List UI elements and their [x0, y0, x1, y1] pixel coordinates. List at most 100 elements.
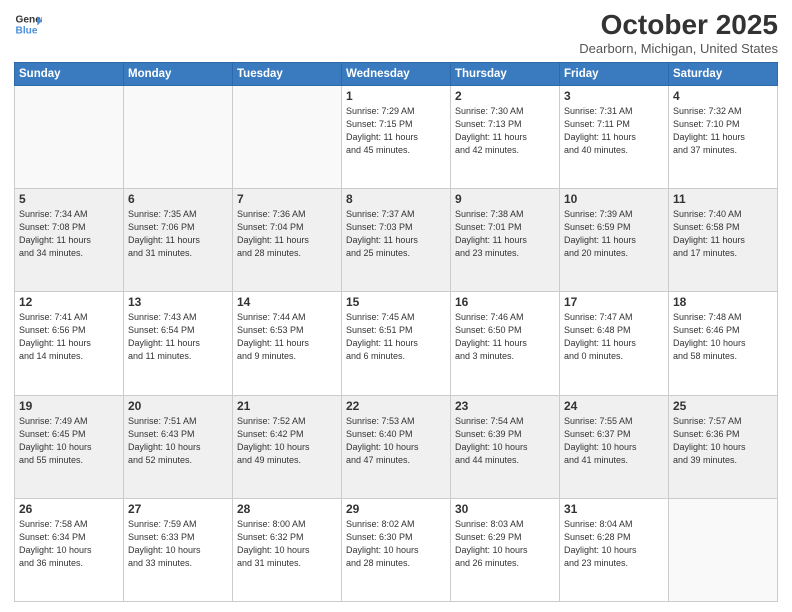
- table-row: 6Sunrise: 7:35 AM Sunset: 7:06 PM Daylig…: [124, 189, 233, 292]
- col-monday: Monday: [124, 62, 233, 85]
- day-info: Sunrise: 7:59 AM Sunset: 6:33 PM Dayligh…: [128, 518, 228, 570]
- day-number: 25: [673, 399, 773, 413]
- day-number: 28: [237, 502, 337, 516]
- day-number: 10: [564, 192, 664, 206]
- day-number: 19: [19, 399, 119, 413]
- calendar-week-5: 26 Sunrise: 7:58 AM Sunset: 6:34 PM Dayli…: [15, 498, 778, 601]
- table-row: 10 Sunrise: 7:39 AM Sunset: 6:59 PM Dayli…: [560, 189, 669, 292]
- day-info: Sunrise: 7:55 AM Sunset: 6:37 PM Dayligh…: [564, 415, 664, 467]
- day-number: 30: [455, 502, 555, 516]
- table-row: 18Sunrise: 7:48 AM Sunset: 6:46 PM Dayli…: [669, 292, 778, 395]
- table-row: 31 Sunrise: 8:04 AM Sunset: 6:28 PM Dayli…: [560, 498, 669, 601]
- table-row: 14Sunrise: 7:44 AM Sunset: 6:53 PM Dayli…: [233, 292, 342, 395]
- day-info: Sunrise: 7:37 AM Sunset: 7:03 PM Dayligh…: [346, 208, 446, 260]
- day-number: 1: [346, 89, 446, 103]
- day-info: Sunrise: 7:29 AM Sunset: 7:15 PM Dayligh…: [346, 105, 446, 157]
- day-info: Sunrise: 7:36 AM Sunset: 7:04 PM Dayligh…: [237, 208, 337, 260]
- day-info: Sunrise: 7:35 AM Sunset: 7:06 PM Dayligh…: [128, 208, 228, 260]
- table-row: [15, 85, 124, 188]
- table-row: 4Sunrise: 7:32 AM Sunset: 7:10 PM Daylig…: [669, 85, 778, 188]
- table-row: 25 Sunrise: 7:57 AM Sunset: 6:36 PM Dayli…: [669, 395, 778, 498]
- location: Dearborn, Michigan, United States: [579, 41, 778, 56]
- day-info: Sunrise: 7:53 AM Sunset: 6:40 PM Dayligh…: [346, 415, 446, 467]
- day-info: Sunrise: 7:40 AM Sunset: 6:58 PM Dayligh…: [673, 208, 773, 260]
- calendar-week-3: 12Sunrise: 7:41 AM Sunset: 6:56 PM Dayli…: [15, 292, 778, 395]
- col-tuesday: Tuesday: [233, 62, 342, 85]
- table-row: 28 Sunrise: 8:00 AM Sunset: 6:32 PM Dayli…: [233, 498, 342, 601]
- day-info: Sunrise: 7:46 AM Sunset: 6:50 PM Dayligh…: [455, 311, 555, 363]
- day-info: Sunrise: 7:32 AM Sunset: 7:10 PM Dayligh…: [673, 105, 773, 157]
- table-row: 20 Sunrise: 7:51 AM Sunset: 6:43 PM Dayli…: [124, 395, 233, 498]
- logo-icon: General Blue: [14, 10, 42, 38]
- table-row: 1 Sunrise: 7:29 AM Sunset: 7:15 PM Daylig…: [342, 85, 451, 188]
- calendar-week-4: 19Sunrise: 7:49 AM Sunset: 6:45 PM Dayli…: [15, 395, 778, 498]
- day-info: Sunrise: 7:30 AM Sunset: 7:13 PM Dayligh…: [455, 105, 555, 157]
- day-info: Sunrise: 7:43 AM Sunset: 6:54 PM Dayligh…: [128, 311, 228, 363]
- day-info: Sunrise: 7:34 AM Sunset: 7:08 PM Dayligh…: [19, 208, 119, 260]
- day-info: Sunrise: 7:58 AM Sunset: 6:34 PM Dayligh…: [19, 518, 119, 570]
- table-row: 26 Sunrise: 7:58 AM Sunset: 6:34 PM Dayli…: [15, 498, 124, 601]
- table-row: 16 Sunrise: 7:46 AM Sunset: 6:50 PM Dayli…: [451, 292, 560, 395]
- day-number: 18: [673, 295, 773, 309]
- day-info: Sunrise: 8:04 AM Sunset: 6:28 PM Dayligh…: [564, 518, 664, 570]
- table-row: 13 Sunrise: 7:43 AM Sunset: 6:54 PM Dayli…: [124, 292, 233, 395]
- header: General Blue October 2025 Dearborn, Mich…: [14, 10, 778, 56]
- day-number: 5: [19, 192, 119, 206]
- table-row: 24 Sunrise: 7:55 AM Sunset: 6:37 PM Dayli…: [560, 395, 669, 498]
- day-info: Sunrise: 7:57 AM Sunset: 6:36 PM Dayligh…: [673, 415, 773, 467]
- day-number: 29: [346, 502, 446, 516]
- day-number: 31: [564, 502, 664, 516]
- table-row: [124, 85, 233, 188]
- day-info: Sunrise: 8:00 AM Sunset: 6:32 PM Dayligh…: [237, 518, 337, 570]
- table-row: 5 Sunrise: 7:34 AM Sunset: 7:08 PM Daylig…: [15, 189, 124, 292]
- day-number: 16: [455, 295, 555, 309]
- header-row: Sunday Monday Tuesday Wednesday Thursday…: [15, 62, 778, 85]
- day-number: 3: [564, 89, 664, 103]
- calendar-table: Sunday Monday Tuesday Wednesday Thursday…: [14, 62, 778, 602]
- table-row: 2 Sunrise: 7:30 AM Sunset: 7:13 PM Daylig…: [451, 85, 560, 188]
- title-area: October 2025 Dearborn, Michigan, United …: [579, 10, 778, 56]
- day-number: 2: [455, 89, 555, 103]
- day-number: 22: [346, 399, 446, 413]
- day-number: 9: [455, 192, 555, 206]
- table-row: 21 Sunrise: 7:52 AM Sunset: 6:42 PM Dayli…: [233, 395, 342, 498]
- table-row: 9 Sunrise: 7:38 AM Sunset: 7:01 PM Daylig…: [451, 189, 560, 292]
- day-number: 17: [564, 295, 664, 309]
- day-number: 23: [455, 399, 555, 413]
- table-row: 17 Sunrise: 7:47 AM Sunset: 6:48 PM Dayli…: [560, 292, 669, 395]
- day-info: Sunrise: 8:03 AM Sunset: 6:29 PM Dayligh…: [455, 518, 555, 570]
- table-row: 12Sunrise: 7:41 AM Sunset: 6:56 PM Dayli…: [15, 292, 124, 395]
- svg-text:Blue: Blue: [16, 25, 38, 36]
- table-row: 11 Sunrise: 7:40 AM Sunset: 6:58 PM Dayli…: [669, 189, 778, 292]
- col-saturday: Saturday: [669, 62, 778, 85]
- day-number: 26: [19, 502, 119, 516]
- day-number: 14: [237, 295, 337, 309]
- table-row: 29Sunrise: 8:02 AM Sunset: 6:30 PM Dayli…: [342, 498, 451, 601]
- table-row: 3 Sunrise: 7:31 AM Sunset: 7:11 PM Daylig…: [560, 85, 669, 188]
- day-info: Sunrise: 7:51 AM Sunset: 6:43 PM Dayligh…: [128, 415, 228, 467]
- page: General Blue October 2025 Dearborn, Mich…: [0, 0, 792, 612]
- day-number: 24: [564, 399, 664, 413]
- month-title: October 2025: [579, 10, 778, 41]
- day-number: 13: [128, 295, 228, 309]
- logo: General Blue: [14, 10, 42, 38]
- day-info: Sunrise: 7:54 AM Sunset: 6:39 PM Dayligh…: [455, 415, 555, 467]
- table-row: [669, 498, 778, 601]
- day-number: 21: [237, 399, 337, 413]
- table-row: 27Sunrise: 7:59 AM Sunset: 6:33 PM Dayli…: [124, 498, 233, 601]
- table-row: 30 Sunrise: 8:03 AM Sunset: 6:29 PM Dayli…: [451, 498, 560, 601]
- day-info: Sunrise: 7:45 AM Sunset: 6:51 PM Dayligh…: [346, 311, 446, 363]
- table-row: 23 Sunrise: 7:54 AM Sunset: 6:39 PM Dayli…: [451, 395, 560, 498]
- day-number: 20: [128, 399, 228, 413]
- day-info: Sunrise: 7:38 AM Sunset: 7:01 PM Dayligh…: [455, 208, 555, 260]
- table-row: [233, 85, 342, 188]
- day-info: Sunrise: 7:39 AM Sunset: 6:59 PM Dayligh…: [564, 208, 664, 260]
- day-number: 15: [346, 295, 446, 309]
- day-info: Sunrise: 7:52 AM Sunset: 6:42 PM Dayligh…: [237, 415, 337, 467]
- day-info: Sunrise: 7:31 AM Sunset: 7:11 PM Dayligh…: [564, 105, 664, 157]
- day-number: 8: [346, 192, 446, 206]
- table-row: 19Sunrise: 7:49 AM Sunset: 6:45 PM Dayli…: [15, 395, 124, 498]
- day-info: Sunrise: 7:47 AM Sunset: 6:48 PM Dayligh…: [564, 311, 664, 363]
- col-wednesday: Wednesday: [342, 62, 451, 85]
- day-number: 11: [673, 192, 773, 206]
